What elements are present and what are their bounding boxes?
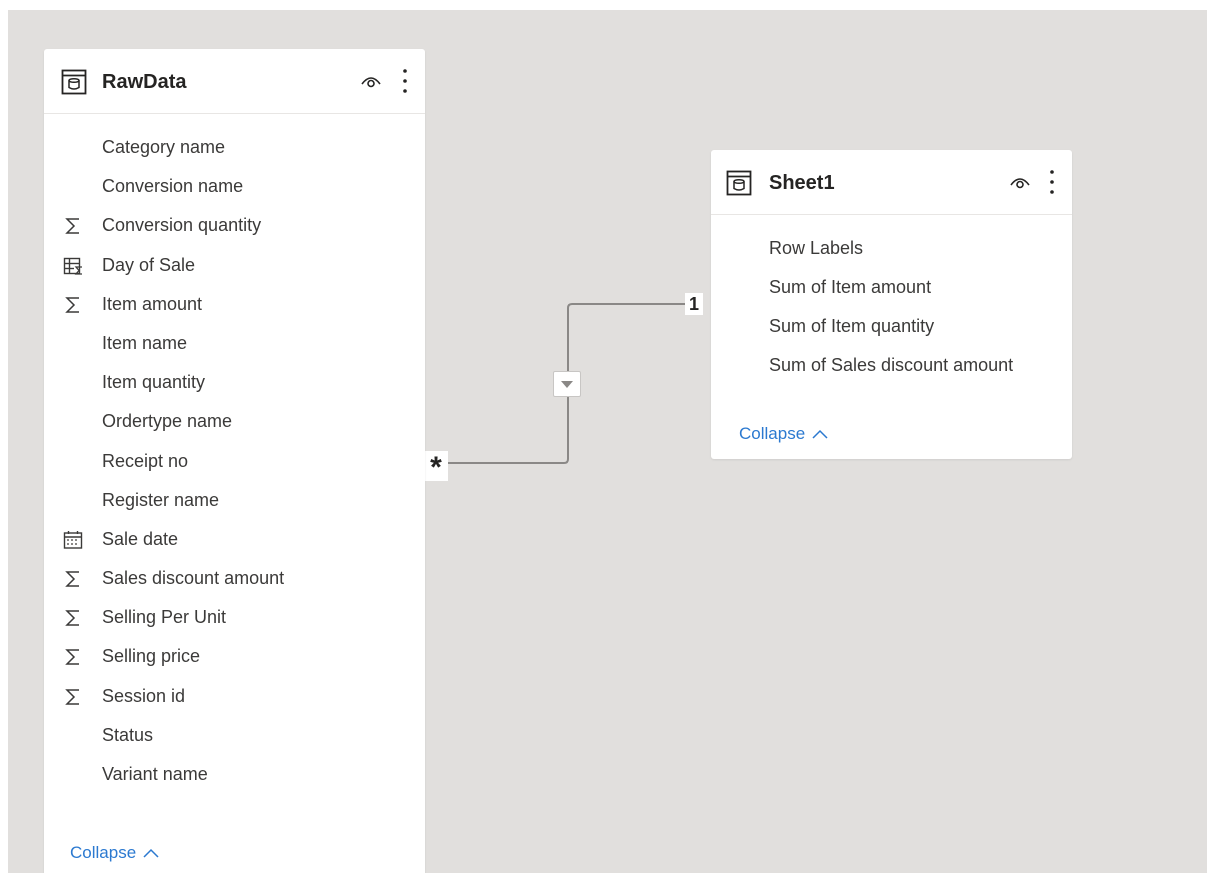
- field-label: Sale date: [102, 528, 179, 549]
- field-row[interactable]: Item name: [44, 324, 425, 363]
- cross-filter-direction[interactable]: [553, 371, 581, 397]
- sigma-icon: [65, 571, 79, 587]
- field-label: Ordertype name: [102, 411, 233, 432]
- cardinality-one-label: 1: [685, 293, 703, 315]
- field-label: Item quantity: [102, 372, 206, 393]
- table-card-rawdata[interactable]: RawData Category name Conversion name Conv…: [44, 49, 425, 873]
- field-row[interactable]: Selling price: [44, 637, 425, 676]
- sigma-icon: [65, 649, 79, 666]
- field-label: Sum of Item quantity: [769, 316, 935, 336]
- field-row[interactable]: Register name: [44, 481, 425, 520]
- field-row[interactable]: Category name: [44, 128, 425, 167]
- sigma-icon: [65, 218, 79, 235]
- sigma-icon: [65, 688, 79, 705]
- table-icon: [726, 170, 752, 196]
- model-canvas[interactable]: 1 * RawData Category name Conversion nam…: [8, 10, 1207, 873]
- field-row[interactable]: Sum of Sales discount amount: [711, 346, 1072, 385]
- field-row[interactable]: Item amount: [44, 285, 425, 324]
- field-row[interactable]: Conversion quantity: [44, 206, 425, 245]
- sigma-icon: [65, 297, 79, 313]
- collapse-label: Collapse: [739, 424, 806, 443]
- field-list: Row Labels Sum of Item amount Sum of Item …: [711, 229, 1072, 385]
- collapse-button[interactable]: Collapse: [739, 424, 829, 444]
- eye-icon[interactable]: [1009, 174, 1031, 190]
- field-row[interactable]: Sales discount amount: [44, 559, 425, 598]
- sigma-icon: [65, 610, 79, 626]
- field-row[interactable]: Sum of Item amount: [711, 268, 1072, 307]
- field-label: Row Labels: [769, 238, 864, 258]
- field-row[interactable]: Session id: [44, 677, 425, 716]
- field-row[interactable]: Item quantity: [44, 363, 425, 402]
- table-card-sheet1[interactable]: Sheet1 Row Labels Sum of Item amount Sum o…: [711, 150, 1072, 459]
- field-label: Sales discount amount: [102, 568, 285, 589]
- collapse-button[interactable]: Collapse: [70, 843, 160, 863]
- calendar-icon: [63, 530, 83, 549]
- eye-icon[interactable]: [360, 73, 382, 89]
- field-label: Item amount: [102, 293, 203, 314]
- field-row[interactable]: Variant name: [44, 755, 425, 794]
- cardinality-many-label: *: [424, 451, 448, 484]
- table-title: RawData: [102, 71, 187, 93]
- field-row[interactable]: Ordertype name: [44, 402, 425, 441]
- field-row[interactable]: Sum of Item quantity: [711, 307, 1072, 346]
- field-label: Status: [102, 724, 154, 745]
- table-title: Sheet1: [769, 172, 835, 194]
- field-row[interactable]: Conversion name: [44, 167, 425, 206]
- field-label: Conversion name: [102, 176, 244, 197]
- field-label: Variant name: [102, 764, 208, 784]
- field-label: Sum of Item amount: [769, 277, 932, 297]
- table-card-header[interactable]: RawData: [44, 49, 425, 114]
- triangle-down-icon: [561, 381, 573, 388]
- field-row[interactable]: Status: [44, 716, 425, 755]
- chevron-up-icon: [143, 848, 159, 858]
- field-label: Category name: [102, 137, 226, 157]
- field-label: Item name: [102, 332, 188, 353]
- field-row[interactable]: Day of Sale: [44, 246, 425, 285]
- field-label: Selling price: [102, 646, 201, 667]
- field-row[interactable]: Row Labels: [711, 229, 1072, 268]
- field-row[interactable]: Selling Per Unit: [44, 598, 425, 637]
- calculated-column-icon: [63, 257, 82, 275]
- field-label: Selling Per Unit: [102, 607, 227, 628]
- field-label: Receipt no: [102, 450, 189, 471]
- collapse-label: Collapse: [70, 843, 137, 862]
- chevron-up-icon: [812, 429, 828, 439]
- field-label: Session id: [102, 685, 186, 706]
- field-list: Category name Conversion name Conversion q…: [44, 128, 425, 794]
- field-label: Conversion quantity: [102, 215, 262, 236]
- field-label: Register name: [102, 489, 220, 510]
- field-row[interactable]: Receipt no: [44, 442, 425, 481]
- field-label: Sum of Sales discount amount: [769, 355, 1014, 375]
- more-options-icon[interactable]: [1049, 169, 1055, 195]
- more-options-icon[interactable]: [402, 68, 408, 94]
- table-card-header[interactable]: Sheet1: [711, 150, 1072, 215]
- field-row[interactable]: Sale date: [44, 520, 425, 559]
- table-icon: [61, 69, 87, 95]
- field-label: Day of Sale: [102, 254, 196, 275]
